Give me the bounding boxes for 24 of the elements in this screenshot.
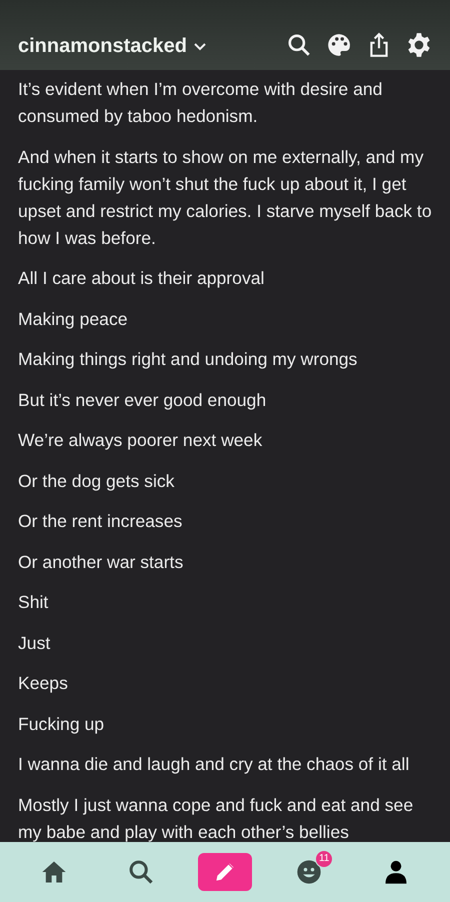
- post-paragraph: We’re always poorer next week: [18, 429, 264, 452]
- notification-badge: 11: [315, 850, 334, 868]
- post-paragraph: Shit: [18, 591, 50, 614]
- post-paragraph: It’s evident when I’m overcome with desire and consumed by taboo hedonism.: [18, 78, 384, 128]
- post-paragraph: Or the rent increases: [18, 510, 184, 533]
- post-paragraph: But it’s never ever good enough: [18, 388, 268, 412]
- post-paragraph: Or the dog gets sick: [18, 470, 176, 493]
- post-paragraph: And when it starts to show on me externally, and my fucking family won’t shut the fuck up about it, I get upset and restrict my calories. I starve myself back to how I was before.: [18, 146, 432, 250]
- palette-icon[interactable]: [326, 32, 352, 58]
- post-paragraph: All I care about is their approval: [18, 267, 266, 290]
- settings-icon[interactable]: [406, 32, 432, 58]
- search-icon[interactable]: [286, 32, 312, 58]
- post-paragraph: Making peace: [18, 308, 129, 331]
- search-icon: [126, 858, 155, 886]
- post-paragraph: Just: [18, 632, 52, 654]
- post-paragraph: Mostly I just wanna cope and fuck and eat and see my babe and play with each other’s bellies: [18, 794, 414, 842]
- activity-tab[interactable]: 11: [279, 850, 340, 894]
- post-paragraph: Keeps: [18, 672, 69, 695]
- post-paragraph: Fucking up: [18, 712, 106, 736]
- post-paragraph: I wanna die and laugh and cry at the chaos of it all: [18, 753, 410, 776]
- post-paragraph: Or another war starts: [18, 550, 184, 574]
- compose-tab[interactable]: [198, 853, 252, 891]
- blog-name[interactable]: cinnamonstacked: [18, 35, 187, 58]
- post-paragraph: Making things right and undoing my wrongs: [18, 348, 358, 371]
